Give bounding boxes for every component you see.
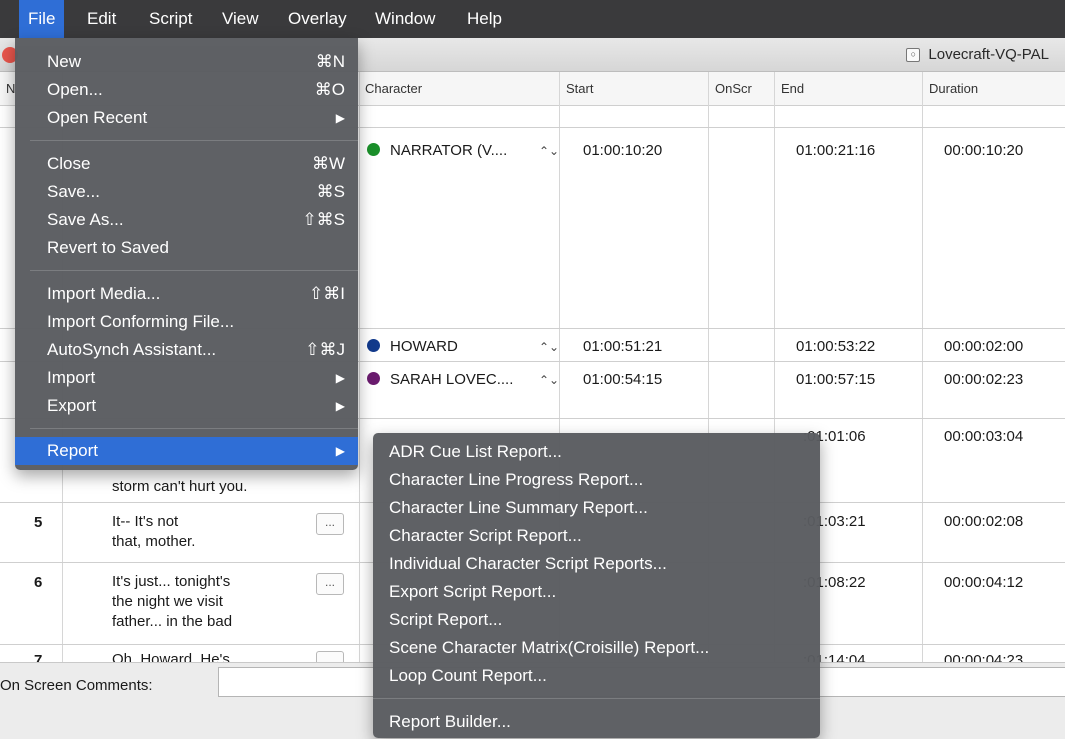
menu-item-import-media[interactable]: Import Media... ⇧⌘I: [15, 280, 358, 308]
row-number: 7: [34, 652, 43, 662]
menu-separator: [30, 270, 358, 271]
col-header-character[interactable]: Character: [359, 72, 559, 106]
menu-item-save[interactable]: Save... ⌘S: [15, 178, 358, 206]
file-menu: New ⌘N Open... ⌘O Open Recent ▶ Close ⌘W Sav…: [15, 38, 358, 470]
dialog-line: It's just... tonight's: [112, 573, 231, 590]
end-cell[interactable]: 01:00:21:16: [796, 142, 875, 159]
dialog-line: father... in the bad: [112, 613, 233, 630]
duration-cell[interactable]: 00:00:02:08: [944, 513, 1023, 530]
col-divider: [922, 72, 923, 662]
more-button[interactable]: ...: [316, 573, 344, 595]
menu-item-save-as[interactable]: Save As... ⇧⌘S: [15, 206, 358, 234]
menu-item-close[interactable]: Close ⌘W: [15, 150, 358, 178]
end-cell[interactable]: 01:00:57:15: [796, 371, 875, 388]
dialog-text[interactable]: It-- It's not that, mother.: [112, 512, 195, 552]
dialog-text[interactable]: storm can't hurt you.: [112, 477, 247, 497]
character-color-dot: [367, 143, 380, 156]
menu-item-report-builder[interactable]: Report Builder...: [389, 708, 511, 736]
dialog-line: the night we visit: [112, 593, 223, 610]
menu-window[interactable]: Window: [366, 0, 444, 38]
character-name: HOWARD: [390, 338, 458, 355]
document-title: ○ Lovecraft-VQ-PAL: [906, 44, 1049, 66]
report-submenu: ADR Cue List Report... Character Line Pr…: [373, 433, 820, 738]
comments-label: On Screen Comments:: [0, 677, 153, 694]
menu-item-line-progress[interactable]: Character Line Progress Report...: [389, 466, 643, 494]
duration-cell[interactable]: 00:00:10:20: [944, 142, 1023, 159]
row-number: 6: [34, 574, 43, 591]
menu-separator: [373, 698, 820, 699]
submenu-arrow-icon: ▶: [335, 444, 345, 458]
menu-item-new[interactable]: New ⌘N: [15, 48, 358, 76]
document-title-text: Lovecraft-VQ-PAL: [928, 46, 1049, 63]
character-cell[interactable]: NARRATOR (V....: [367, 142, 507, 159]
menu-script[interactable]: Script: [140, 0, 201, 38]
menu-help[interactable]: Help: [458, 0, 511, 38]
character-stepper-icon[interactable]: ⌃⌄: [539, 373, 559, 387]
row-number: 5: [34, 514, 43, 531]
menu-file[interactable]: File: [19, 0, 65, 38]
menu-item-script-report[interactable]: Script Report...: [389, 606, 502, 634]
submenu-arrow-icon: ▶: [335, 371, 345, 385]
character-color-dot: [367, 372, 380, 385]
dialog-line: that, mother.: [112, 533, 196, 550]
col-header-end[interactable]: End: [775, 72, 922, 106]
end-cell[interactable]: 01:00:53:22: [796, 338, 875, 355]
menu-item-report[interactable]: Report ▶: [15, 437, 358, 465]
dialog-line: It-- It's not: [112, 513, 179, 530]
menu-view[interactable]: View: [213, 0, 268, 38]
character-name: SARAH LOVEC....: [390, 371, 514, 388]
menu-separator: [30, 140, 358, 141]
submenu-arrow-icon: ▶: [335, 111, 345, 125]
menu-edit[interactable]: Edit: [78, 0, 125, 38]
menu-item-export-script[interactable]: Export Script Report...: [389, 578, 556, 606]
menu-bar: File Edit Script View Overlay Window Hel…: [0, 0, 1065, 38]
start-cell[interactable]: 01:00:10:20: [583, 142, 662, 159]
col-header-onscr[interactable]: OnScr: [709, 72, 774, 106]
character-cell[interactable]: SARAH LOVEC....: [367, 371, 513, 388]
menu-separator: [30, 428, 358, 429]
menu-item-adr-cue-list[interactable]: ADR Cue List Report...: [389, 438, 562, 466]
col-header-start[interactable]: Start: [560, 72, 708, 106]
col-divider: [359, 72, 360, 662]
submenu-arrow-icon: ▶: [335, 399, 345, 413]
character-color-dot: [367, 339, 380, 352]
menu-overlay[interactable]: Overlay: [279, 0, 356, 38]
character-name: NARRATOR (V....: [390, 142, 508, 159]
menu-item-scene-matrix[interactable]: Scene Character Matrix(Croisille) Report…: [389, 634, 709, 662]
menu-item-autosynch[interactable]: AutoSynch Assistant... ⇧⌘J: [15, 336, 358, 364]
character-stepper-icon[interactable]: ⌃⌄: [539, 144, 559, 158]
menu-item-import-conforming[interactable]: Import Conforming File...: [15, 308, 358, 336]
menu-item-open[interactable]: Open... ⌘O: [15, 76, 358, 104]
start-cell[interactable]: 01:00:51:21: [583, 338, 662, 355]
character-stepper-icon[interactable]: ⌃⌄: [539, 340, 559, 354]
start-cell[interactable]: 01:00:54:15: [583, 371, 662, 388]
menu-item-export[interactable]: Export ▶: [15, 392, 358, 420]
menu-item-character-script[interactable]: Character Script Report...: [389, 522, 582, 550]
col-header-duration[interactable]: Duration: [923, 72, 1065, 106]
menu-item-line-summary[interactable]: Character Line Summary Report...: [389, 494, 648, 522]
document-icon: ○: [906, 48, 921, 63]
duration-cell[interactable]: 00:00:04:23: [944, 652, 1023, 662]
dialog-text[interactable]: Oh, Howard. He's: [112, 650, 230, 662]
more-button[interactable]: ...: [316, 513, 344, 535]
character-cell[interactable]: HOWARD: [367, 338, 458, 355]
more-button[interactable]: [316, 651, 344, 662]
menu-item-revert[interactable]: Revert to Saved: [15, 234, 358, 262]
duration-cell[interactable]: 00:00:02:00: [944, 338, 1023, 355]
duration-cell[interactable]: 00:00:03:04: [944, 428, 1023, 445]
menu-item-loop-count[interactable]: Loop Count Report...: [389, 662, 547, 690]
menu-item-import[interactable]: Import ▶: [15, 364, 358, 392]
dialog-text[interactable]: It's just... tonight's the night we visi…: [112, 572, 232, 632]
duration-cell[interactable]: 00:00:02:23: [944, 371, 1023, 388]
menu-item-individual-scripts[interactable]: Individual Character Script Reports...: [389, 550, 667, 578]
duration-cell[interactable]: 00:00:04:12: [944, 574, 1023, 591]
menu-item-open-recent[interactable]: Open Recent ▶: [15, 104, 358, 132]
